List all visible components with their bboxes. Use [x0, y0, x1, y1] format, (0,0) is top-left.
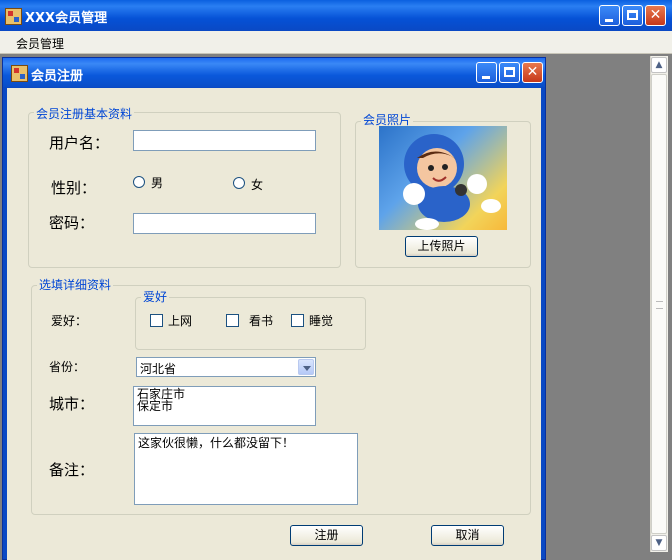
remark-textarea[interactable]: 这家伙很懒，什么都没留下！ — [134, 433, 358, 505]
main-window-titlebar[interactable]: XXX会员管理 ✕ — [0, 0, 672, 31]
city-list-item[interactable]: 保定市 — [137, 400, 312, 412]
remark-label: 备注： — [49, 461, 95, 479]
username-input[interactable] — [133, 130, 316, 151]
register-button[interactable]: 注册 — [290, 525, 363, 546]
upload-photo-button[interactable]: 上传照片 — [405, 236, 478, 257]
register-form: 会员注册基本资料 用户名： 性别： 男 女 密码： 会员照片 上传照片 选填详细… — [7, 88, 541, 560]
gender-female-radio[interactable] — [233, 177, 245, 189]
scroll-thumb[interactable] — [651, 74, 667, 534]
main-window-title: XXX会员管理 — [25, 11, 108, 26]
password-label: 密码： — [49, 214, 95, 232]
cancel-button[interactable]: 取消 — [431, 525, 504, 546]
hobby-internet-label: 上网 — [168, 314, 193, 328]
gender-female-label: 女 — [251, 178, 264, 192]
gender-male-label: 男 — [151, 176, 164, 190]
maximize-button[interactable] — [622, 5, 643, 26]
app-icon — [5, 8, 22, 25]
detail-info-legend: 选填详细资料 — [37, 276, 114, 293]
menu-bar: 会员管理 — [0, 31, 672, 54]
scroll-up-button[interactable]: ▲ — [651, 57, 667, 73]
close-button[interactable]: ✕ — [645, 5, 666, 26]
hobby-sleeping-checkbox[interactable] — [291, 314, 304, 327]
hobby-label: 爱好： — [51, 314, 88, 328]
username-label: 用户名： — [49, 134, 110, 152]
chevron-down-icon[interactable] — [298, 359, 314, 375]
basic-info-legend: 会员注册基本资料 — [34, 105, 135, 122]
cartoon-avatar-image — [403, 134, 501, 230]
minimize-icon — [482, 76, 490, 79]
child-maximize-button[interactable] — [499, 62, 520, 83]
maximize-icon — [504, 67, 515, 77]
province-label: 省份： — [49, 360, 86, 374]
grip-icon — [656, 301, 663, 309]
scroll-down-button[interactable]: ▼ — [651, 535, 667, 551]
password-input[interactable] — [133, 213, 316, 234]
city-label: 城市： — [49, 395, 95, 413]
register-window-title: 会员注册 — [31, 69, 84, 84]
hobby-reading-checkbox[interactable] — [226, 314, 239, 327]
maximize-icon — [627, 10, 638, 20]
register-window-titlebar[interactable]: 会员注册 ✕ — [3, 58, 545, 87]
close-icon: ✕ — [649, 7, 662, 23]
gender-label: 性别： — [51, 179, 97, 197]
close-icon: ✕ — [526, 64, 539, 80]
hobby-internet-checkbox[interactable] — [150, 314, 163, 327]
province-select[interactable]: 河北省 — [136, 357, 316, 377]
mdi-vertical-scrollbar[interactable]: ▲ ▼ — [650, 56, 668, 552]
city-listbox[interactable]: 石家庄市 保定市 — [133, 386, 316, 426]
form-icon — [11, 65, 28, 82]
register-window: 会员注册 ✕ 会员注册基本资料 用户名： 性别： 男 女 密码： 会员照片 上传… — [2, 57, 546, 560]
menu-item-member-management[interactable]: 会员管理 — [16, 35, 64, 52]
hobby-group-legend: 爱好 — [141, 288, 170, 305]
child-close-button[interactable]: ✕ — [522, 62, 543, 83]
hobby-sleeping-label: 睡觉 — [309, 314, 334, 328]
minimize-button[interactable] — [599, 5, 620, 26]
member-photo — [379, 126, 507, 230]
gender-male-radio[interactable] — [133, 176, 145, 188]
minimize-icon — [605, 19, 613, 22]
province-selected-value: 河北省 — [140, 362, 177, 376]
child-minimize-button[interactable] — [476, 62, 497, 83]
hobby-reading-label: 看书 — [249, 314, 274, 328]
